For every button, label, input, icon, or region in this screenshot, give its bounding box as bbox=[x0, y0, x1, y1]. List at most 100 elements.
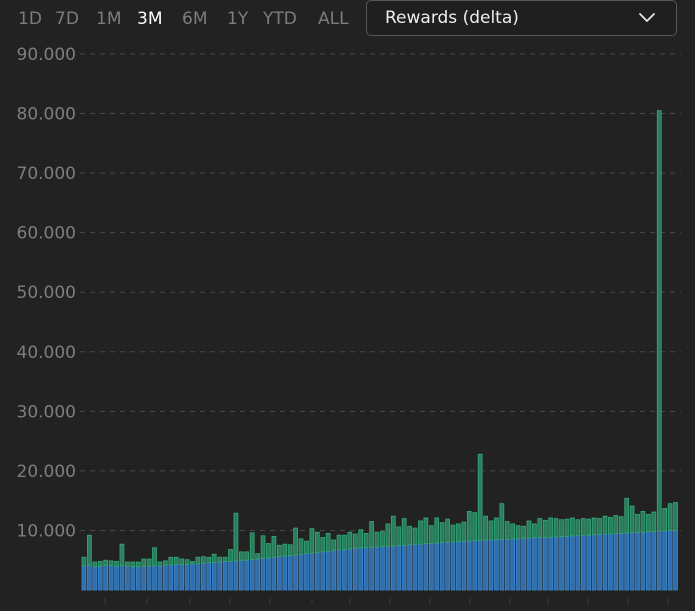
timeframe-1m[interactable]: 1M bbox=[96, 0, 121, 38]
bar-segment-base[interactable] bbox=[282, 555, 288, 591]
bar-segment-base[interactable] bbox=[613, 533, 619, 591]
bar-segment-base[interactable] bbox=[146, 565, 152, 591]
bar-segment-base[interactable] bbox=[206, 562, 212, 591]
bar-segment-base[interactable] bbox=[298, 553, 304, 591]
bar-segment-base[interactable] bbox=[347, 548, 353, 591]
bar-segment-base[interactable] bbox=[200, 562, 206, 591]
bar-segment-top[interactable] bbox=[667, 503, 673, 531]
bar-segment-base[interactable] bbox=[244, 559, 250, 591]
bar-segment-base[interactable] bbox=[580, 534, 586, 591]
bar-segment-base[interactable] bbox=[233, 560, 239, 591]
bar-segment-top[interactable] bbox=[184, 559, 190, 565]
bar-segment-top[interactable] bbox=[331, 539, 336, 552]
bar-segment-top[interactable] bbox=[537, 518, 543, 538]
bar-segment-base[interactable] bbox=[255, 558, 260, 591]
bar-segment-top[interactable] bbox=[412, 527, 418, 545]
bar-segment-base[interactable] bbox=[211, 562, 217, 591]
bar-segment-top[interactable] bbox=[613, 515, 619, 534]
bar-segment-top[interactable] bbox=[255, 553, 260, 560]
bar-segment-base[interactable] bbox=[586, 534, 592, 591]
bar-segment-base[interactable] bbox=[553, 536, 559, 591]
bar-segment-top[interactable] bbox=[521, 525, 526, 539]
bar-segment-top[interactable] bbox=[190, 561, 195, 565]
bar-segment-base[interactable] bbox=[103, 564, 109, 591]
bar-segment-base[interactable] bbox=[635, 531, 640, 591]
bar-segment-top[interactable] bbox=[238, 551, 244, 561]
bar-segment-top[interactable] bbox=[608, 516, 613, 535]
bar-segment-base[interactable] bbox=[309, 552, 315, 591]
bar-segment-base[interactable] bbox=[369, 546, 374, 591]
bar-segment-base[interactable] bbox=[407, 544, 412, 591]
bar-segment-base[interactable] bbox=[228, 561, 233, 591]
bar-segment-base[interactable] bbox=[293, 554, 298, 591]
bar-segment-base[interactable] bbox=[195, 563, 201, 591]
bar-segment-top[interactable] bbox=[542, 519, 548, 538]
bar-segment-base[interactable] bbox=[559, 535, 564, 591]
bar-segment-top[interactable] bbox=[434, 517, 440, 544]
bar-segment-base[interactable] bbox=[276, 556, 282, 591]
bar-segment-base[interactable] bbox=[119, 565, 125, 591]
bar-segment-top[interactable] bbox=[635, 513, 640, 533]
bar-segment-top[interactable] bbox=[271, 535, 277, 558]
bar-segment-base[interactable] bbox=[466, 540, 472, 591]
bar-segment-top[interactable] bbox=[152, 547, 157, 566]
bar-segment-base[interactable] bbox=[618, 533, 624, 591]
bar-segment-base[interactable] bbox=[97, 565, 103, 591]
bar-segment-base[interactable] bbox=[629, 532, 635, 591]
bar-segment-base[interactable] bbox=[646, 531, 651, 591]
bar-segment-base[interactable] bbox=[673, 530, 678, 591]
bar-segment-base[interactable] bbox=[157, 565, 163, 591]
timeframe-3m[interactable]: 3M bbox=[137, 0, 162, 38]
bar-segment-base[interactable] bbox=[222, 561, 228, 591]
bar-segment-base[interactable] bbox=[266, 557, 271, 591]
bar-segment-top[interactable] bbox=[428, 525, 434, 544]
bar-segment-top[interactable] bbox=[287, 544, 293, 556]
bar-segment-base[interactable] bbox=[173, 563, 179, 591]
bar-segment-top[interactable] bbox=[439, 522, 445, 543]
bar-segment-base[interactable] bbox=[363, 547, 369, 591]
bar-segment-base[interactable] bbox=[570, 535, 575, 591]
bar-segment-top[interactable] bbox=[320, 537, 326, 553]
bar-segment-top[interactable] bbox=[662, 508, 668, 532]
bar-segment-top[interactable] bbox=[293, 527, 298, 556]
bar-segment-base[interactable] bbox=[477, 540, 483, 591]
bar-segment-base[interactable] bbox=[217, 561, 222, 591]
bar-segment-top[interactable] bbox=[548, 517, 554, 538]
bar-segment-base[interactable] bbox=[591, 534, 597, 591]
timeframe-1d[interactable]: 1D bbox=[18, 0, 42, 38]
bar-segment-top[interactable] bbox=[396, 526, 402, 546]
bar-segment-top[interactable] bbox=[130, 561, 136, 568]
bar-segment-top[interactable] bbox=[347, 531, 353, 550]
bar-segment-top[interactable] bbox=[629, 505, 635, 534]
bar-segment-top[interactable] bbox=[163, 560, 168, 566]
bar-segment-base[interactable] bbox=[304, 553, 309, 591]
bar-segment-base[interactable] bbox=[130, 566, 136, 591]
bar-segment-base[interactable] bbox=[461, 540, 467, 591]
bar-segment-base[interactable] bbox=[342, 549, 347, 591]
bar-segment-top[interactable] bbox=[200, 556, 206, 564]
bar-segment-top[interactable] bbox=[304, 540, 309, 555]
bar-segment-top[interactable] bbox=[602, 515, 608, 535]
bar-segment-base[interactable] bbox=[667, 530, 673, 591]
bar-segment-top[interactable] bbox=[488, 520, 494, 541]
bar-segment-top[interactable] bbox=[336, 534, 342, 551]
bar-segment-base[interactable] bbox=[510, 538, 516, 591]
bar-segment-top[interactable] bbox=[233, 512, 239, 562]
bar-segment-base[interactable] bbox=[325, 550, 331, 591]
bar-segment-top[interactable] bbox=[374, 531, 380, 548]
bar-segment-base[interactable] bbox=[358, 547, 364, 591]
bar-segment-top[interactable] bbox=[108, 560, 114, 566]
bar-segment-top[interactable] bbox=[477, 453, 483, 541]
bar-segment-top[interactable] bbox=[141, 558, 147, 567]
bar-segment-base[interactable] bbox=[114, 565, 119, 591]
bar-segment-top[interactable] bbox=[580, 518, 586, 536]
timeframe-1y[interactable]: 1Y bbox=[227, 0, 248, 38]
bar-segment-base[interactable] bbox=[456, 541, 461, 591]
bar-segment-base[interactable] bbox=[602, 533, 608, 591]
bar-segment-top[interactable] bbox=[570, 517, 575, 537]
bar-segment-top[interactable] bbox=[179, 558, 185, 565]
bar-segment-top[interactable] bbox=[114, 561, 119, 567]
bar-segment-top[interactable] bbox=[385, 523, 391, 547]
bar-segment-top[interactable] bbox=[499, 503, 505, 540]
bar-segment-top[interactable] bbox=[168, 556, 174, 566]
